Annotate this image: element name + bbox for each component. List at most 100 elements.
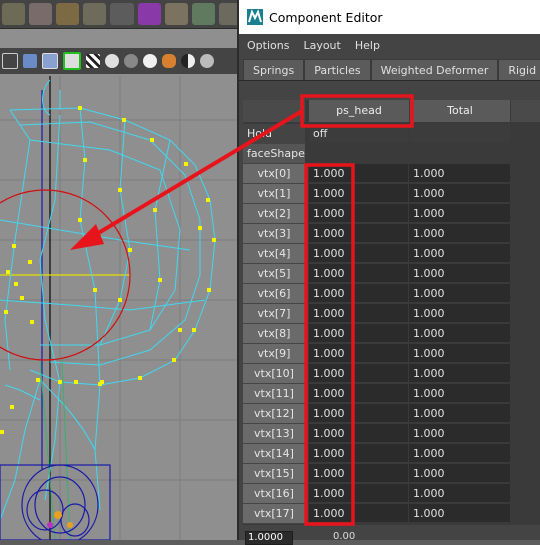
shelf-grid-sphere-icon[interactable] bbox=[110, 3, 134, 25]
row-label-vertex[interactable]: vtx[9] bbox=[243, 344, 306, 364]
viewport-panel[interactable] bbox=[0, 0, 240, 540]
checker-icon[interactable] bbox=[86, 54, 100, 68]
table-row: vtx[9] 1.000 1.000 bbox=[243, 344, 540, 364]
cell-ps-head-weight[interactable]: 1.000 bbox=[309, 304, 408, 323]
shadow-sphere-icon[interactable] bbox=[124, 54, 138, 68]
cell-total-weight: 1.000 bbox=[409, 164, 510, 183]
tab-springs[interactable]: Springs bbox=[243, 59, 305, 80]
tab-rigid-skins[interactable]: Rigid Skins bbox=[498, 59, 540, 80]
cell-total-weight: 1.000 bbox=[409, 324, 510, 343]
row-label-vertex[interactable]: vtx[13] bbox=[243, 424, 306, 444]
cell-ps-head-weight[interactable]: 1.000 bbox=[309, 284, 408, 303]
row-label-faceshape: faceShape bbox=[243, 144, 306, 164]
row-label-vertex[interactable]: vtx[11] bbox=[243, 384, 306, 404]
row-label-vertex[interactable]: vtx[8] bbox=[243, 324, 306, 344]
row-label-vertex[interactable]: vtx[3] bbox=[243, 224, 306, 244]
hold-value[interactable]: off bbox=[309, 124, 408, 143]
menu-bar: Options Layout Help bbox=[239, 35, 540, 55]
isolate-select-icon[interactable] bbox=[63, 52, 81, 70]
cell-ps-head-weight[interactable]: 1.000 bbox=[309, 244, 408, 263]
cell-ps-head-weight[interactable]: 1.000 bbox=[309, 424, 408, 443]
cell-total-weight: 1.000 bbox=[409, 224, 510, 243]
cell-total-weight: 1.000 bbox=[409, 464, 510, 483]
cell-ps-head-weight[interactable]: 1.000 bbox=[309, 164, 408, 183]
wire-on-shaded-icon[interactable] bbox=[42, 53, 58, 69]
row-label-vertex[interactable]: vtx[0] bbox=[243, 164, 306, 184]
shelf-plane-icon[interactable] bbox=[164, 3, 188, 25]
cell-ps-head-weight[interactable]: 1.000 bbox=[309, 224, 408, 243]
row-label-vertex[interactable]: vtx[12] bbox=[243, 404, 306, 424]
shelf-cube-icon[interactable] bbox=[137, 3, 161, 25]
hold-total-empty bbox=[409, 124, 510, 143]
cell-ps-head-weight[interactable]: 1.000 bbox=[309, 504, 408, 523]
row-label-hold: Hold bbox=[243, 124, 306, 144]
cell-ps-head-weight[interactable]: 1.000 bbox=[309, 464, 408, 483]
row-label-vertex[interactable]: vtx[7] bbox=[243, 304, 306, 324]
cell-total-weight: 1.000 bbox=[409, 424, 510, 443]
menu-help[interactable]: Help bbox=[355, 39, 380, 52]
cell-ps-head-weight[interactable]: 1.000 bbox=[309, 384, 408, 403]
hold-row: Hold off bbox=[243, 124, 540, 144]
table-row: vtx[13] 1.000 1.000 bbox=[243, 424, 540, 444]
aa-icon[interactable] bbox=[181, 54, 195, 68]
shelf-sphere-icon[interactable] bbox=[56, 3, 80, 25]
row-label-vertex[interactable]: vtx[17] bbox=[243, 504, 306, 524]
row-label-vertex[interactable]: vtx[2] bbox=[243, 204, 306, 224]
cell-ps-head-weight[interactable]: 1.000 bbox=[309, 264, 408, 283]
dof-icon[interactable] bbox=[200, 54, 214, 68]
cell-ps-head-weight[interactable]: 1.000 bbox=[309, 324, 408, 343]
menu-layout[interactable]: Layout bbox=[303, 39, 340, 52]
cell-ps-head-weight[interactable]: 1.000 bbox=[309, 204, 408, 223]
column-header-total[interactable]: Total bbox=[410, 100, 511, 122]
row-label-vertex[interactable]: vtx[15] bbox=[243, 464, 306, 484]
cell-total-weight: 1.000 bbox=[409, 284, 510, 303]
tab-weighted-deformer[interactable]: Weighted Deformer bbox=[370, 59, 499, 80]
cell-total-weight: 1.000 bbox=[409, 264, 510, 283]
table-row: vtx[6] 1.000 1.000 bbox=[243, 284, 540, 304]
table-row: vtx[17] 1.000 1.000 bbox=[243, 504, 540, 524]
column-header-ps-head[interactable]: ps_head bbox=[309, 100, 410, 122]
row-label-vertex[interactable]: vtx[14] bbox=[243, 444, 306, 464]
viewport-scene[interactable] bbox=[0, 76, 240, 540]
light-sphere-icon[interactable] bbox=[105, 54, 119, 68]
cell-ps-head-weight[interactable]: 1.000 bbox=[309, 344, 408, 363]
table-row: vtx[4] 1.000 1.000 bbox=[243, 244, 540, 264]
cell-total-weight: 1.000 bbox=[409, 184, 510, 203]
table-row: vtx[0] 1.000 1.000 bbox=[243, 164, 540, 184]
cell-total-weight: 1.000 bbox=[409, 204, 510, 223]
shelf-grid-icon[interactable] bbox=[2, 3, 26, 25]
cell-ps-head-weight[interactable]: 1.000 bbox=[309, 404, 408, 423]
tab-particles[interactable]: Particles bbox=[304, 59, 371, 80]
menu-options[interactable]: Options bbox=[247, 39, 289, 52]
component-grid[interactable]: ps_head Total Hold off faceShape vtx[0] 1… bbox=[243, 100, 540, 525]
table-row: vtx[3] 1.000 1.000 bbox=[243, 224, 540, 244]
shaded-cube-icon[interactable] bbox=[23, 54, 37, 68]
tab-divider bbox=[239, 80, 540, 81]
cell-ps-head-weight[interactable]: 1.000 bbox=[309, 444, 408, 463]
cell-ps-head-weight[interactable]: 1.000 bbox=[309, 184, 408, 203]
row-label-vertex[interactable]: vtx[5] bbox=[243, 264, 306, 284]
row-label-vertex[interactable]: vtx[1] bbox=[243, 184, 306, 204]
ao-icon[interactable] bbox=[162, 54, 176, 68]
cell-total-weight: 1.000 bbox=[409, 364, 510, 383]
weight-input[interactable]: 1.0000 bbox=[245, 531, 293, 545]
shelf-paint-icon[interactable] bbox=[191, 3, 215, 25]
wireframe-cube-icon[interactable] bbox=[2, 53, 18, 69]
cell-total-weight: 1.000 bbox=[409, 484, 510, 503]
table-row: vtx[12] 1.000 1.000 bbox=[243, 404, 540, 424]
cell-ps-head-weight[interactable]: 1.000 bbox=[309, 484, 408, 503]
cell-total-weight: 1.000 bbox=[409, 384, 510, 403]
light-icon[interactable] bbox=[143, 54, 157, 68]
title-bar[interactable]: Component Editor bbox=[239, 0, 540, 34]
row-label-vertex[interactable]: vtx[10] bbox=[243, 364, 306, 384]
row-label-vertex[interactable]: vtx[16] bbox=[243, 484, 306, 504]
shelf-eye-icon[interactable] bbox=[29, 3, 53, 25]
row-label-vertex[interactable]: vtx[4] bbox=[243, 244, 306, 264]
row-label-vertex[interactable]: vtx[6] bbox=[243, 284, 306, 304]
corner-header bbox=[243, 100, 306, 122]
window-title: Component Editor bbox=[269, 9, 383, 25]
shelf-wire-sphere-icon[interactable] bbox=[83, 3, 107, 25]
cell-ps-head-weight[interactable]: 1.000 bbox=[309, 364, 408, 383]
table-row: vtx[1] 1.000 1.000 bbox=[243, 184, 540, 204]
table-row: vtx[16] 1.000 1.000 bbox=[243, 484, 540, 504]
